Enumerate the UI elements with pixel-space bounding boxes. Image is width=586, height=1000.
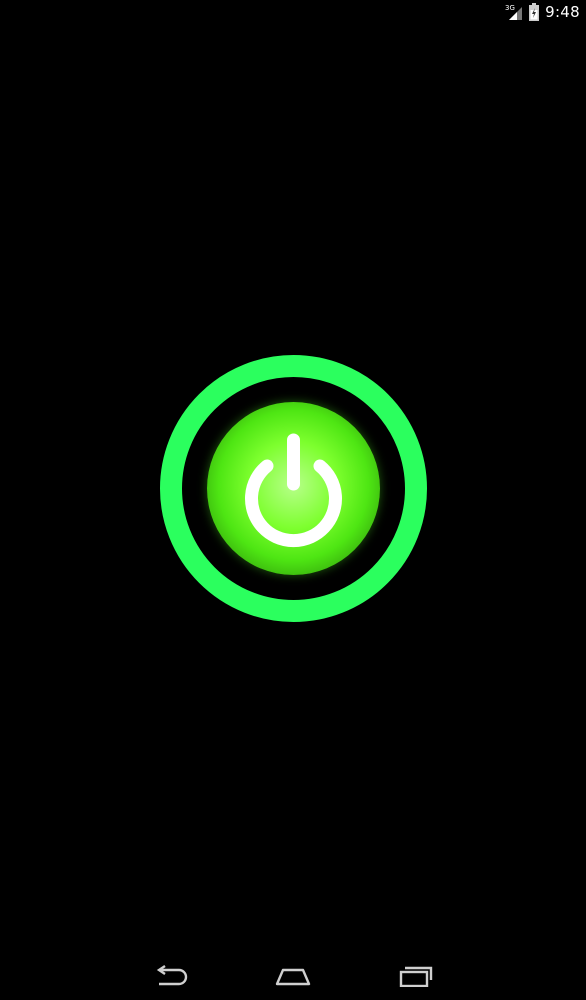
status-time: 9:48 — [545, 3, 580, 21]
recent-apps-icon — [399, 966, 433, 987]
signal-icon: 3G — [505, 3, 523, 21]
home-icon — [275, 968, 311, 986]
nav-bar — [0, 952, 586, 1000]
status-bar: 3G 9:48 — [0, 0, 586, 24]
recent-apps-button[interactable] — [390, 956, 440, 996]
flashlight-screen: 3G 9:48 — [0, 0, 586, 1000]
power-icon — [245, 433, 342, 548]
power-disc[interactable] — [207, 402, 380, 575]
back-button[interactable] — [146, 956, 196, 996]
network-type-label: 3G — [505, 4, 515, 12]
back-icon — [156, 965, 188, 986]
home-button[interactable] — [268, 956, 318, 996]
battery-icon — [529, 3, 540, 21]
power-button[interactable] — [160, 355, 427, 622]
